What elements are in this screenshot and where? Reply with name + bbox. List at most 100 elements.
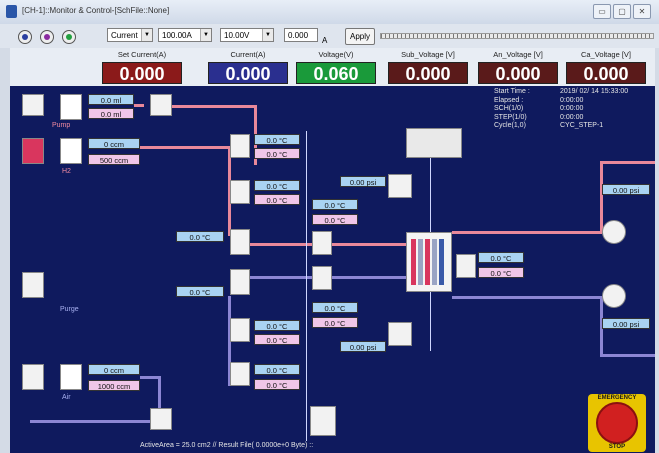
temp-readout: 0.0 °C — [312, 302, 358, 313]
temp-setpoint[interactable]: 0.0 °C — [254, 379, 300, 390]
radio-dot-icon — [22, 34, 28, 40]
heater-temp-readout: 0.0 °C — [176, 231, 224, 242]
title-bar: [CH-1]::Monitor & Control-[SchFile::None… — [0, 0, 659, 24]
meter-label: Sub_Voltage [V] — [401, 50, 455, 59]
minimize-button[interactable]: ▭ — [593, 4, 611, 19]
pump-flow-setpoint[interactable]: 0.0 ml — [88, 108, 134, 119]
mode-select-value: Current — [111, 31, 138, 40]
info-labels: Start Time : Elapsed : SCH(1/0) STEP(1/0… — [494, 88, 530, 131]
electronic-load-icon[interactable] — [406, 128, 462, 158]
set-current-display: 0.000 — [102, 62, 182, 84]
temp-setpoint[interactable]: 0.0 °C — [478, 267, 524, 278]
mode-select[interactable]: Current ▼ — [107, 28, 153, 42]
temp-setpoint[interactable]: 0.0 °C — [312, 214, 358, 225]
pipe — [600, 161, 655, 164]
status-bar: ActiveArea = 25.0 cm2 // Result File( 0.… — [140, 442, 314, 449]
heater-icon[interactable] — [230, 269, 250, 295]
meter-label: An_Voltage [V] — [493, 50, 543, 59]
process-diagram: 0.0 ml 0.0 ml Pump 0 ccm 500 ccm H2 Purg… — [10, 86, 655, 453]
pressure-readout: 0.00 psi — [340, 341, 386, 352]
pipe — [600, 161, 603, 233]
pipe — [30, 420, 158, 423]
temp-setpoint[interactable]: 0.0 °C — [312, 317, 358, 328]
value-slider[interactable] — [380, 33, 654, 39]
h2-tank-icon[interactable] — [22, 138, 44, 164]
emergency-stop-button[interactable]: EMERGENCY STOP — [588, 394, 646, 452]
purge-icon[interactable] — [22, 272, 44, 298]
info-label: SCH(1/0) — [494, 105, 524, 112]
humidifier-icon — [230, 180, 250, 204]
value-unit: A — [322, 36, 328, 45]
meter-label: Voltage(V) — [318, 50, 354, 59]
valve-icon[interactable] — [150, 94, 172, 116]
pressure-gauge-icon — [388, 322, 412, 346]
humidifier-icon — [230, 318, 250, 342]
stack-plates-icon — [411, 239, 444, 285]
pump-controller-icon[interactable] — [60, 94, 82, 120]
mode-radio-blue[interactable] — [18, 30, 32, 44]
sensor-icon — [456, 254, 476, 278]
back-pressure-valve-icon[interactable] — [602, 284, 626, 308]
window-title: [CH-1]::Monitor & Control-[SchFile::None… — [22, 6, 170, 15]
temp-readout: 0.0 °C — [478, 252, 524, 263]
app-icon — [6, 5, 17, 18]
meter-label: Ca_Voltage [V] — [580, 50, 632, 59]
air-flow-setpoint[interactable]: 1000 ccm — [88, 380, 140, 391]
apply-button[interactable]: Apply — [345, 28, 375, 45]
maximize-button[interactable]: ▢ — [613, 4, 631, 19]
valve-icon[interactable] — [150, 408, 172, 430]
pipe — [140, 376, 160, 379]
h2-flow-setpoint[interactable]: 500 ccm — [88, 154, 140, 165]
ca-voltage-display: 0.000 — [566, 62, 646, 84]
current-display: 0.000 — [208, 62, 288, 84]
toolbar: Current ▼ 100.00A ▼ 10.00V ▼ 0.000 A Apply — [0, 24, 659, 48]
temp-setpoint[interactable]: 0.0 °C — [254, 334, 300, 345]
meter-panel: Set Current(A) 0.000 Current(A) 0.000 Vo… — [10, 48, 655, 86]
heater-icon[interactable] — [230, 229, 250, 255]
current-range-value: 100.00A — [162, 31, 192, 40]
mode-radio-green[interactable] — [62, 30, 76, 44]
pipe — [172, 105, 256, 108]
close-button[interactable]: ✕ — [633, 4, 651, 19]
h2-mfc-icon[interactable] — [60, 138, 82, 164]
meter-label: Set Current(A) — [117, 50, 167, 59]
signal-line — [430, 291, 431, 351]
value-input[interactable]: 0.000 — [284, 28, 318, 42]
h2-flow-readout: 0 ccm — [88, 138, 140, 149]
air-flow-readout: 0 ccm — [88, 364, 140, 375]
chevron-down-icon: ▼ — [141, 29, 152, 41]
mode-radio-purple[interactable] — [40, 30, 54, 44]
start-time-value: 2019/ 02/ 14 15:33:00 — [560, 88, 629, 95]
back-pressure-valve-icon[interactable] — [602, 220, 626, 244]
pressure-readout: 0.00 psi — [602, 184, 650, 195]
h2-label: H2 — [62, 168, 71, 175]
pipe — [134, 104, 144, 107]
radio-dot-icon — [66, 34, 72, 40]
chevron-down-icon: ▼ — [262, 29, 273, 41]
fuel-cell-stack-icon[interactable] — [406, 232, 452, 292]
voltage-range-select[interactable]: 10.00V ▼ — [220, 28, 274, 42]
pump-icon[interactable] — [22, 94, 44, 116]
signal-line — [430, 156, 431, 236]
voltage-range-value: 10.00V — [224, 31, 250, 40]
info-label: STEP(1/0) — [494, 113, 527, 121]
voltage-display: 0.060 — [296, 62, 376, 84]
humidifier-pump-icon[interactable] — [310, 406, 336, 436]
air-mfc-icon[interactable] — [60, 364, 82, 390]
info-values: 2019/ 02/ 14 15:33:00 0:00:00 0:00:00 0:… — [560, 88, 628, 131]
current-range-select[interactable]: 100.00A ▼ — [158, 28, 212, 42]
temp-readout: 0.0 °C — [254, 364, 300, 375]
air-tank-icon[interactable] — [22, 364, 44, 390]
signal-line — [306, 131, 307, 441]
humidifier-icon — [230, 362, 250, 386]
radio-dot-icon — [44, 34, 50, 40]
sensor-icon — [312, 231, 332, 255]
pipe — [452, 231, 602, 234]
temp-setpoint[interactable]: 0.0 °C — [254, 148, 300, 159]
cycle-value: CYC_STEP-1 — [560, 122, 604, 129]
pressure-gauge-icon — [388, 174, 412, 198]
elapsed-value: 0:00:00 — [560, 96, 584, 104]
temp-setpoint[interactable]: 0.0 °C — [254, 194, 300, 205]
heater-temp-readout: 0.0 °C — [176, 286, 224, 297]
pipe — [140, 146, 230, 149]
